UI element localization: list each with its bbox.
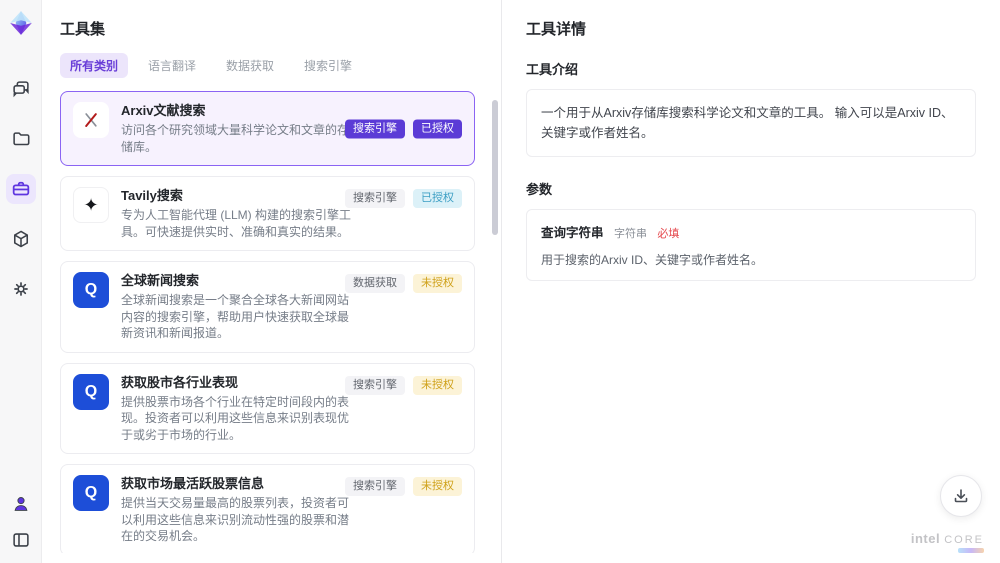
- collapse-sidebar-button[interactable]: [6, 525, 36, 555]
- param-required-badge: 必填: [657, 228, 680, 240]
- category-badge: 数据获取: [345, 274, 405, 293]
- tool-name: Arxiv文献搜索: [121, 103, 206, 118]
- user-profile-button[interactable]: [6, 489, 36, 519]
- user-icon: [14, 497, 27, 511]
- brand-intel: intel: [910, 531, 941, 546]
- list-scrollbar[interactable]: [492, 100, 498, 235]
- auth-status-badge: 未授权: [413, 477, 462, 496]
- tools-list-panel: 工具集 所有类别 语言翻译 数据获取 搜索引擎 Arxiv文献搜索 访问各个研究…: [42, 0, 502, 563]
- auth-status-badge: 已授权: [413, 119, 462, 138]
- intel-core-logo: intel CORE: [911, 531, 984, 553]
- app-logo-icon: [9, 11, 32, 35]
- tool-intro-text: 一个用于从Arxiv存储库搜索科学论文和文章的工具。 输入可以是Arxiv ID…: [526, 89, 976, 157]
- intro-heading: 工具介绍: [526, 62, 579, 77]
- tool-card-arxiv[interactable]: Arxiv文献搜索 访问各个研究领域大量科学论文和文章的存储库。 搜索引擎 已授…: [60, 91, 475, 166]
- auth-status-badge: 未授权: [413, 274, 462, 293]
- details-title: 工具详情: [526, 21, 587, 38]
- auth-status-badge: 未授权: [413, 375, 462, 395]
- tool-description: 全球新闻搜索是一个聚合全球各大新闻网站内容的搜索引擎，帮助用户快速获取全球最新资…: [121, 293, 350, 340]
- params-heading: 参数: [526, 182, 553, 197]
- category-tabs: 所有类别 语言翻译 数据获取 搜索引擎: [60, 53, 483, 78]
- download-icon: [954, 489, 968, 503]
- tool-details-panel: 工具详情 工具介绍 一个用于从Arxiv存储库搜索科学论文和文章的工具。 输入可…: [502, 0, 1000, 563]
- tool-list: Arxiv文献搜索 访问各个研究领域大量科学论文和文章的存储库。 搜索引擎 已授…: [60, 91, 483, 553]
- param-type: 字符串: [613, 228, 647, 240]
- chat-icon: [12, 81, 29, 98]
- category-badge: 搜索引擎: [345, 477, 405, 496]
- tool-name: Tavily搜索: [121, 188, 183, 203]
- arxiv-icon: [73, 102, 109, 138]
- tool-card-sector-performance[interactable]: Q 获取股市各行业表现 提供股票市场各个行业在特定时间段内的表现。投资者可以利用…: [60, 362, 475, 454]
- sidebar-item-files[interactable]: [6, 124, 36, 154]
- news-q-icon: Q: [73, 272, 109, 308]
- toolbox-icon: [12, 181, 29, 196]
- sidebar-item-tools[interactable]: [5, 174, 36, 204]
- download-button[interactable]: [940, 475, 982, 517]
- tab-data-fetch[interactable]: 数据获取: [216, 53, 284, 78]
- stock-q-icon: Q: [73, 475, 109, 511]
- sidebar-item-settings[interactable]: [6, 274, 36, 304]
- brand-core: CORE: [944, 534, 984, 546]
- sidebar-item-models[interactable]: [6, 224, 36, 254]
- param-name: 查询字符串: [541, 226, 604, 240]
- tool-description: 提供当天交易量最高的股票列表，投资者可以利用这些信息来识别流动性强的股票和潜在的…: [121, 496, 350, 543]
- tab-all-categories[interactable]: 所有类别: [60, 53, 129, 78]
- icon-rail: [0, 0, 42, 563]
- tool-card-most-active-stocks[interactable]: Q 获取市场最活跃股票信息 提供当天交易量最高的股票列表，投资者可以利用这些信息…: [60, 464, 475, 553]
- tool-card-tavily[interactable]: ✦ Tavily搜索 专为人工智能代理 (LLM) 构建的搜索引擎工具。可快速提…: [60, 176, 475, 251]
- tavily-star-icon: ✦: [73, 187, 109, 223]
- stock-q-icon: Q: [73, 373, 109, 410]
- tab-translation[interactable]: 语言翻译: [138, 53, 206, 78]
- tool-name: 全球新闻搜索: [121, 273, 200, 288]
- category-badge: 搜索引擎: [345, 375, 405, 395]
- brand-ultra-strip: [958, 548, 984, 553]
- page-title: 工具集: [60, 21, 106, 38]
- auth-status-badge: 已授权: [413, 189, 462, 208]
- cube-icon: [13, 230, 28, 248]
- param-description: 用于搜索的Arxiv ID、关键字或作者姓名。: [541, 253, 764, 267]
- tool-card-global-news[interactable]: Q 全球新闻搜索 全球新闻搜索是一个聚合全球各大新闻网站内容的搜索引擎，帮助用户…: [60, 261, 475, 353]
- tool-name: 获取股市各行业表现: [121, 374, 239, 390]
- parameter-item: 查询字符串 字符串 必填 用于搜索的Arxiv ID、关键字或作者姓名。: [526, 209, 976, 281]
- category-badge: 搜索引擎: [345, 119, 405, 138]
- category-badge: 搜索引擎: [345, 189, 405, 208]
- tool-description: 访问各个研究领域大量科学论文和文章的存储库。: [121, 123, 350, 154]
- tab-search-engine[interactable]: 搜索引擎: [294, 53, 362, 78]
- tool-name: 获取市场最活跃股票信息: [121, 476, 265, 491]
- tool-description: 提供股票市场各个行业在特定时间段内的表现。投资者可以利用这些信息来识别表现优于或…: [121, 394, 350, 442]
- app-window: 工具集 所有类别 语言翻译 数据获取 搜索引擎 Arxiv文献搜索 访问各个研究…: [0, 0, 1000, 563]
- settings-icon: [13, 282, 28, 296]
- tool-description: 专为人工智能代理 (LLM) 构建的搜索引擎工具。可快速提供实时、准确和真实的结…: [121, 208, 352, 239]
- folder-icon: [12, 132, 29, 146]
- panel-toggle-icon: [12, 533, 29, 547]
- sidebar-item-chat[interactable]: [6, 74, 36, 104]
